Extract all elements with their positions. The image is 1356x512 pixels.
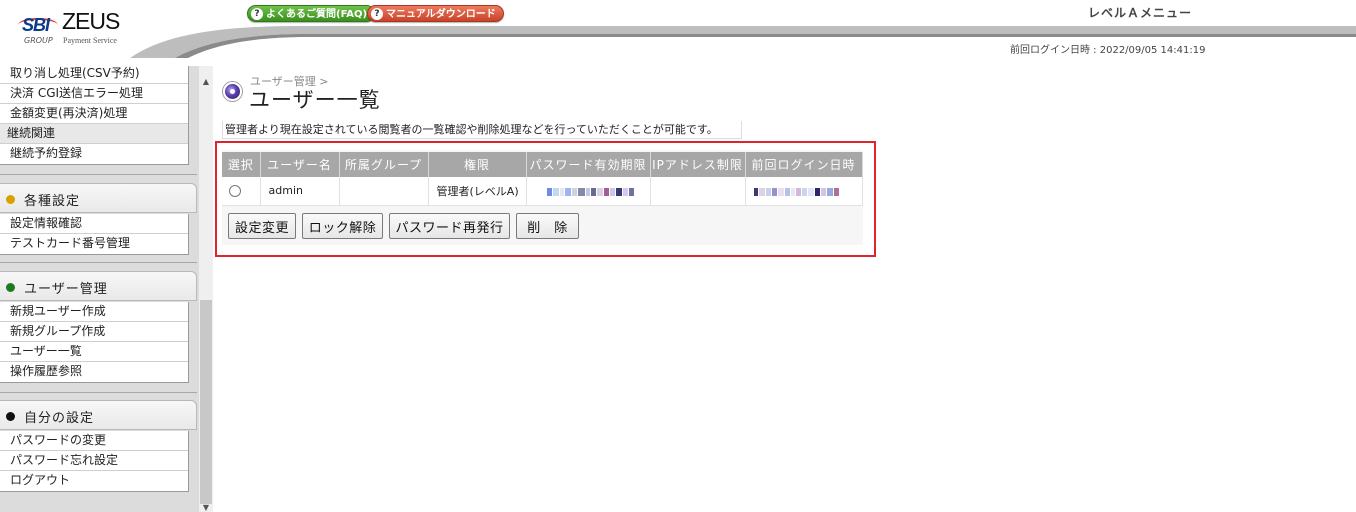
sidebar: 取り消し処理(CSV予約) 決済 CGI送信エラー処理 金額変更(再決済)処理 … [0, 66, 213, 512]
sidebar-divider [0, 174, 197, 175]
sidebar-item-test-card[interactable]: テストカード番号管理 [0, 234, 188, 254]
section-title-user-management: ユーザー管理 [24, 282, 108, 297]
manual-label: マニュアルダウンロード [386, 9, 496, 20]
page-title: ユーザー一覧 [249, 88, 381, 112]
sidebar-list-user-management: 新規ユーザー作成 新規グループ作成 ユーザー一覧 操作履歴参照 [0, 302, 189, 383]
sidebar-item-password-change[interactable]: パスワードの変更 [0, 431, 188, 451]
sidebar-list-my-settings: パスワードの変更 パスワード忘れ設定 ログアウト [0, 431, 189, 492]
sidebar-item-amount-change[interactable]: 金額変更(再決済)処理 [0, 104, 188, 124]
sidebar-item-logout[interactable]: ログアウト [0, 471, 188, 491]
highlight-box [215, 141, 876, 257]
sidebar-section-user-management: ユーザー管理 [0, 271, 197, 301]
sidebar-item-new-user[interactable]: 新規ユーザー作成 [0, 302, 188, 322]
sidebar-item-cgi-error[interactable]: 決済 CGI送信エラー処理 [0, 84, 188, 104]
faq-button[interactable]: ? よくあるご質問(FAQ) [247, 5, 376, 22]
sidebar-item-password-forgot[interactable]: パスワード忘れ設定 [0, 451, 188, 471]
sidebar-section-my-settings: 自分の設定 [0, 400, 197, 430]
sidebar-list-settings: 設定情報確認 テストカード番号管理 [0, 214, 189, 255]
sidebar-item-continuous[interactable]: 継続関連 [0, 124, 188, 144]
sidebar-section-settings: 各種設定 [0, 183, 197, 213]
black-dot-icon [6, 412, 15, 421]
scroll-up-arrow-icon[interactable]: ▲ [200, 76, 212, 88]
section-title-settings: 各種設定 [24, 194, 81, 209]
level-menu-title: レベルＡメニュー [1088, 6, 1193, 20]
question-icon: ? [371, 8, 383, 20]
sidebar-item-user-list[interactable]: ユーザー一覧 [0, 342, 188, 362]
question-icon: ? [251, 8, 263, 20]
scroll-down-arrow-icon[interactable]: ▼ [200, 502, 212, 512]
sidebar-item-cancel-csv[interactable]: 取り消し処理(CSV予約) [0, 66, 188, 84]
manual-download-button[interactable]: ? マニュアルダウンロード [367, 5, 504, 22]
green-dot-icon [6, 283, 15, 292]
sidebar-divider [0, 262, 197, 263]
sidebar-item-new-group[interactable]: 新規グループ作成 [0, 322, 188, 342]
faq-label: よくあるご質問(FAQ) [266, 9, 368, 20]
last-login-datetime: 前回ログイン日時 : 2022/09/05 14:41:19 [1010, 45, 1206, 56]
logo-sbi: SBI [22, 15, 50, 35]
sidebar-item-settings-info[interactable]: 設定情報確認 [0, 214, 188, 234]
sbi-zeus-logo: SBI GROUP ZEUS Payment Service [14, 6, 124, 46]
title-orb-icon [223, 82, 242, 101]
page-description: 管理者より現在設定されている閲覧者の一覧確認や削除処理などを行っていただくことが… [222, 121, 742, 139]
section-title-my-settings: 自分の設定 [24, 411, 95, 426]
sidebar-item-continuous-register[interactable]: 継続予約登録 [0, 144, 188, 164]
logo-payment-service: Payment Service [63, 36, 117, 45]
yellow-dot-icon [6, 195, 15, 204]
logo-group: GROUP [24, 36, 53, 45]
sidebar-item-operation-history[interactable]: 操作履歴参照 [0, 362, 188, 382]
sidebar-scrollbar-thumb[interactable] [200, 300, 212, 504]
sidebar-list-transactions: 取り消し処理(CSV予約) 決済 CGI送信エラー処理 金額変更(再決済)処理 … [0, 66, 189, 165]
sidebar-divider [0, 392, 197, 393]
logo-zeus: ZEUS [62, 8, 120, 34]
